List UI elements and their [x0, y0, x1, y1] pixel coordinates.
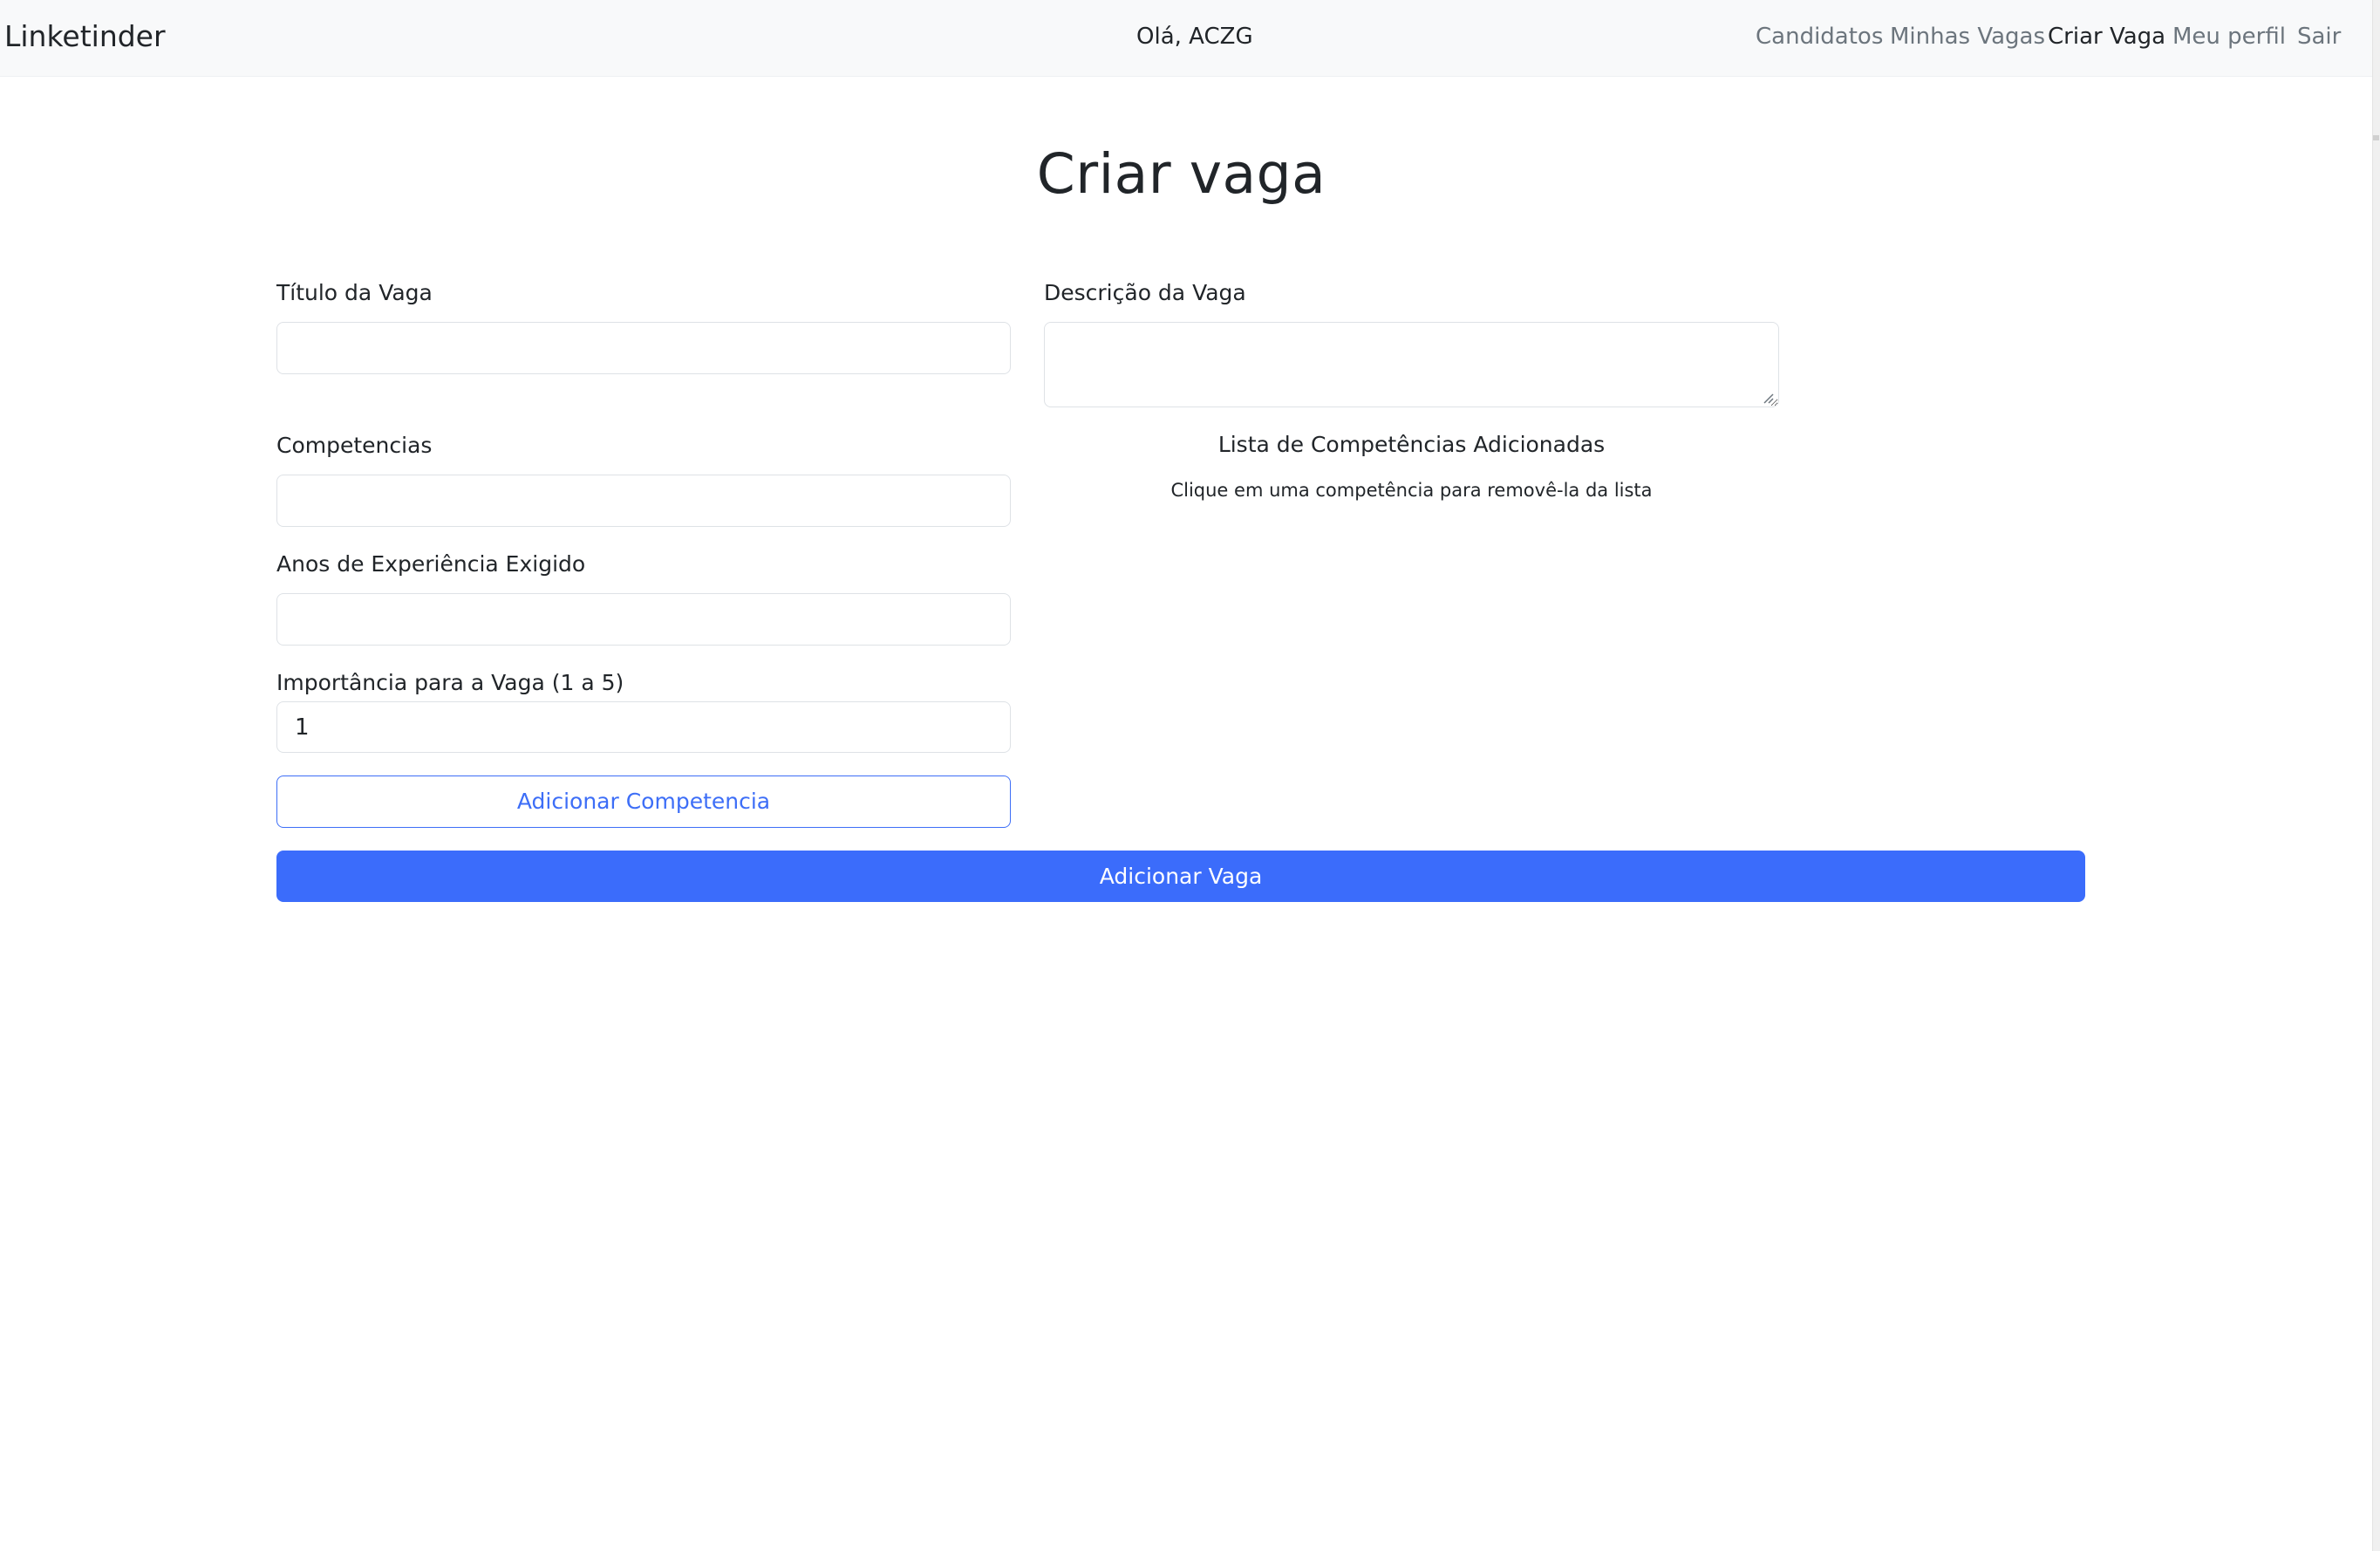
titulo-input[interactable]	[276, 322, 1011, 374]
importancia-label: Importância para a Vaga (1 a 5)	[276, 670, 624, 695]
nav-link-meu-perfil[interactable]: Meu perfil	[2172, 20, 2286, 53]
competencias-list-hint: Clique em uma competência para removê-la…	[1170, 480, 1653, 501]
brand-logo[interactable]: Linketinder	[4, 16, 166, 58]
adicionar-competencia-button[interactable]: Adicionar Competencia	[276, 776, 1011, 828]
scrollbar-thumb[interactable]	[2373, 135, 2379, 140]
titulo-label: Título da Vaga	[276, 280, 433, 305]
competencias-list-title: Lista de Competências Adicionadas	[1217, 432, 1606, 457]
page-title: Criar vaga	[1036, 142, 1326, 206]
importancia-input[interactable]	[276, 701, 1011, 753]
competencias-input[interactable]	[276, 475, 1011, 527]
anos-experiencia-label: Anos de Experiência Exigido	[276, 551, 586, 577]
adicionar-vaga-button[interactable]: Adicionar Vaga	[276, 851, 2085, 902]
page: Linketinder Olá, ACZG Candidatos Minhas …	[0, 0, 2380, 1551]
nav-link-minhas-vagas[interactable]: Minhas Vagas	[1890, 20, 2045, 53]
navbar: Linketinder Olá, ACZG Candidatos Minhas …	[0, 0, 2372, 77]
nav-link-criar-vaga[interactable]: Criar Vaga	[2048, 20, 2165, 53]
nav-link-candidatos[interactable]: Candidatos	[1756, 20, 1883, 53]
competencias-label: Competencias	[276, 433, 433, 458]
user-greeting: Olá, ACZG	[1136, 24, 1253, 50]
descricao-label: Descrição da Vaga	[1044, 280, 1246, 305]
anos-experiencia-input[interactable]	[276, 593, 1011, 646]
nav-link-sair[interactable]: Sair	[2297, 20, 2341, 53]
page-scrollbar[interactable]	[2372, 0, 2380, 1551]
descricao-textarea[interactable]	[1044, 322, 1779, 407]
